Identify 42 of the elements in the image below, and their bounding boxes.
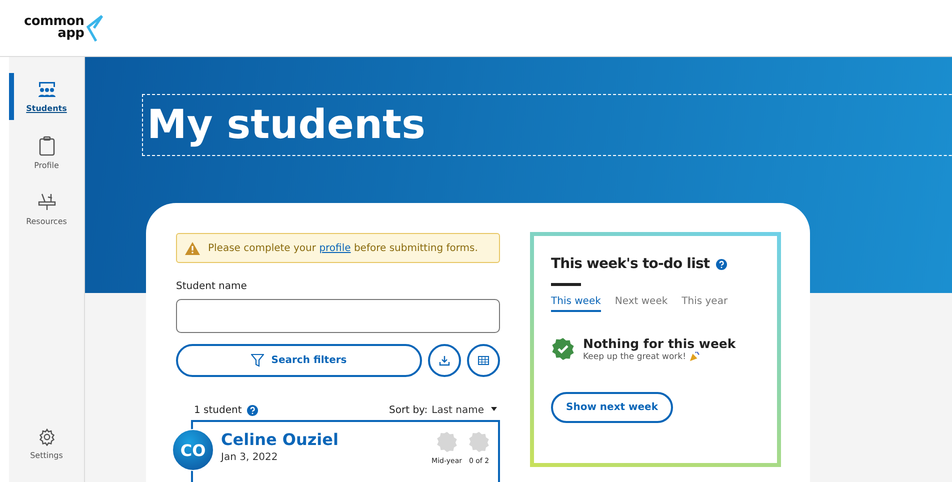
badge-icon [436,431,458,453]
profile-link[interactable]: profile [319,242,351,254]
nav-item[interactable]: Students [9,73,84,120]
help-icon[interactable] [716,258,727,270]
people-icon [36,80,56,98]
empty-state-text: Keep up the great work! [583,352,686,362]
nav-item[interactable]: Resources [9,185,84,232]
sort-dropdown[interactable]: Sort by: Last name [389,404,500,416]
logo-text: app [58,28,84,40]
tab[interactable]: This year [682,296,728,312]
warning-text: Please complete your profile before submitting forms. [208,242,478,254]
settings-icon [38,428,56,446]
download-button[interactable] [428,344,461,377]
table-view-button[interactable] [467,344,500,377]
tab[interactable]: Next week [614,296,668,312]
grid-icon [478,356,489,365]
check-badge-icon [551,337,575,361]
show-next-week-button[interactable]: Show next week [551,392,673,423]
download-icon [439,355,450,366]
student-date: Jan 3, 2022 [221,452,279,463]
student-name-field[interactable] [176,299,500,333]
nav-item[interactable]: Settings [9,420,84,467]
empty-state-title: Nothing for this week [583,336,736,351]
nav-item[interactable]: Profile [9,129,84,176]
tools-icon [36,192,56,212]
logo-icon [84,13,104,43]
avatar: CO [172,429,214,471]
field-label: Student name [176,281,248,292]
caret-icon [488,407,500,413]
clipboard-icon [38,136,54,156]
help-icon[interactable] [246,404,258,416]
page-title: My students [142,94,952,156]
filter-icon [251,354,264,367]
badge-icon [468,431,490,453]
search-filters-button[interactable]: Search filters [176,344,422,377]
party-popper-icon [689,351,700,362]
card-title: This week's to-do list [551,256,710,272]
warning-icon [185,242,200,254]
tab[interactable]: This week [551,296,601,312]
result-count: 1 student [194,404,242,416]
logo-text: common [24,16,84,28]
student-name[interactable]: Celine Ouziel [221,430,338,449]
